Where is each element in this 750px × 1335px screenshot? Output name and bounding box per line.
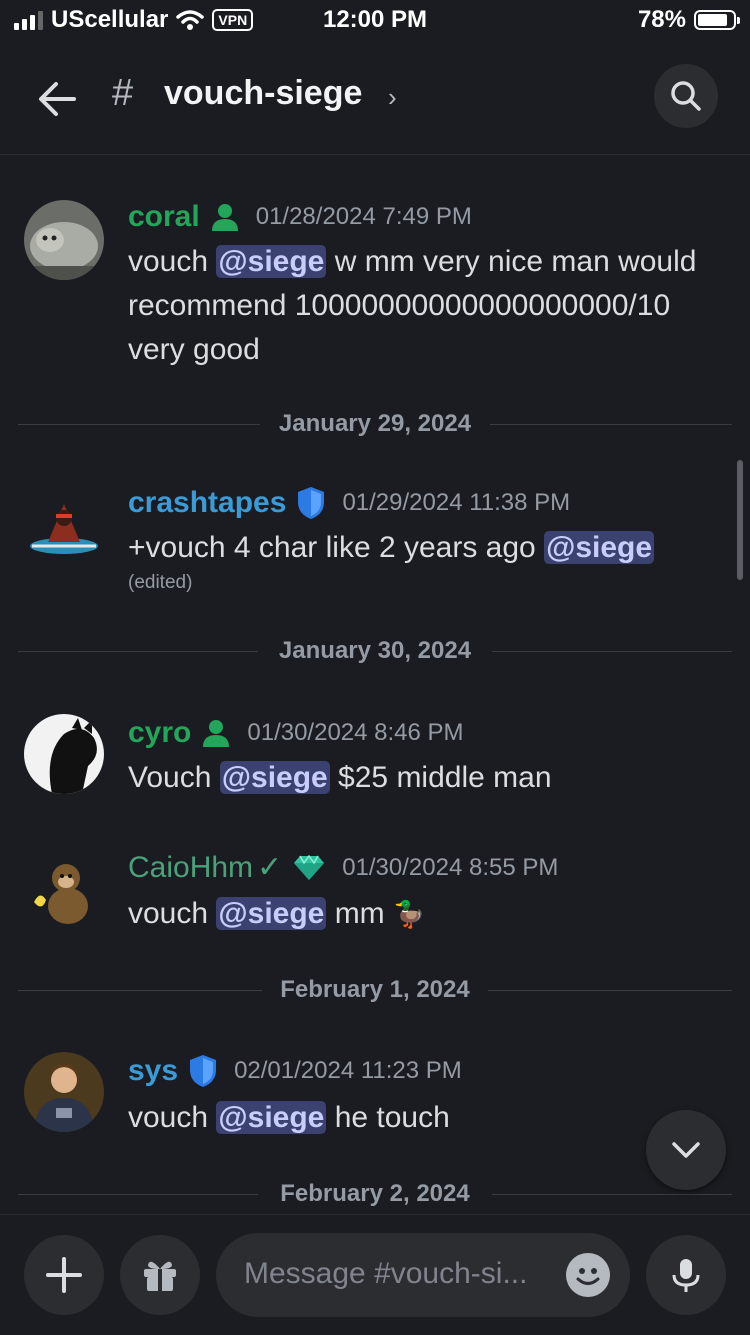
avatar[interactable] (24, 850, 104, 930)
date-divider: February 2, 2024 (18, 1180, 732, 1210)
date-divider-label: February 2, 2024 (280, 1180, 470, 1207)
mention[interactable]: @siege (216, 1101, 327, 1134)
channel-header: # vouch-siege › (0, 44, 750, 155)
gift-button[interactable] (120, 1235, 200, 1315)
username[interactable]: CaioHhm (128, 851, 253, 885)
shield-icon (298, 487, 325, 519)
avatar[interactable] (24, 486, 104, 566)
message-content: vouch @siege w mm very nice man would re… (128, 245, 697, 366)
plus-icon (46, 1257, 82, 1293)
mention[interactable]: @siege (219, 761, 330, 794)
duck-emoji: 🦆 (393, 899, 426, 929)
shield-icon (190, 1055, 217, 1087)
smiley-icon (576, 1268, 600, 1285)
timestamp: 01/30/2024 8:55 PM (342, 853, 559, 881)
microphone-icon (672, 1259, 700, 1292)
battery-icon (694, 10, 740, 30)
edited-label: (edited) (128, 572, 193, 593)
timestamp: 02/01/2024 11:23 PM (234, 1057, 462, 1084)
search-button[interactable] (654, 64, 718, 128)
timestamp: 01/28/2024 7:49 PM (255, 203, 472, 230)
scrollbar[interactable] (737, 460, 743, 580)
date-divider: February 1, 2024 (18, 976, 732, 1006)
timestamp: 01/29/2024 11:38 PM (342, 489, 571, 516)
date-divider-label: January 29, 2024 (278, 410, 472, 437)
timestamp: 01/30/2024 8:46 PM (247, 719, 464, 746)
date-divider: January 29, 2024 (18, 410, 732, 440)
emoji-button[interactable] (566, 1253, 610, 1297)
username[interactable]: crashtapes (128, 486, 286, 520)
message-content: vouch @siege mm 🦆 (128, 897, 426, 930)
avatar[interactable] (24, 1052, 104, 1132)
message-content: Vouch @siege $25 middle man (128, 761, 552, 794)
date-divider-label: January 30, 2024 (278, 637, 472, 664)
search-icon (671, 81, 701, 111)
message-placeholder: Message #vouch-si... (244, 1257, 528, 1290)
gift-icon (144, 1261, 176, 1291)
avatar[interactable] (24, 714, 104, 794)
jump-to-present-button[interactable] (646, 1110, 726, 1190)
verified-check: ✓ (257, 851, 283, 884)
message-composer: Message #vouch-si... (0, 1214, 750, 1335)
username[interactable]: sys (128, 1054, 178, 1088)
person-icon (203, 720, 230, 747)
username[interactable]: coral (128, 200, 200, 234)
voice-message-button[interactable] (646, 1235, 726, 1315)
username[interactable]: cyro (128, 716, 191, 750)
mention[interactable]: @siege (216, 245, 327, 278)
message-input[interactable]: Message #vouch-si... (216, 1233, 630, 1317)
chevron-right-icon[interactable]: › (388, 82, 397, 113)
mention[interactable]: @siege (216, 897, 327, 930)
date-divider: January 30, 2024 (18, 637, 732, 667)
message-content: +vouch 4 char like 2 years ago @siege (128, 531, 655, 564)
person-icon (211, 204, 238, 231)
channel-title[interactable]: vouch-siege (164, 74, 362, 113)
back-arrow-icon[interactable] (36, 78, 78, 120)
mention[interactable]: @siege (544, 531, 655, 564)
hash-icon: # (112, 72, 134, 114)
gem-icon (294, 854, 325, 880)
date-divider-label: February 1, 2024 (280, 976, 470, 1003)
status-bar: UScellular VPN 12:00 PM 78% (0, 0, 750, 44)
message-content: vouch @siege he touch (128, 1101, 450, 1134)
avatar[interactable] (24, 200, 104, 280)
chevron-down-icon (672, 1142, 700, 1158)
add-attachment-button[interactable] (24, 1235, 104, 1315)
battery-percent: 78% (637, 6, 686, 33)
